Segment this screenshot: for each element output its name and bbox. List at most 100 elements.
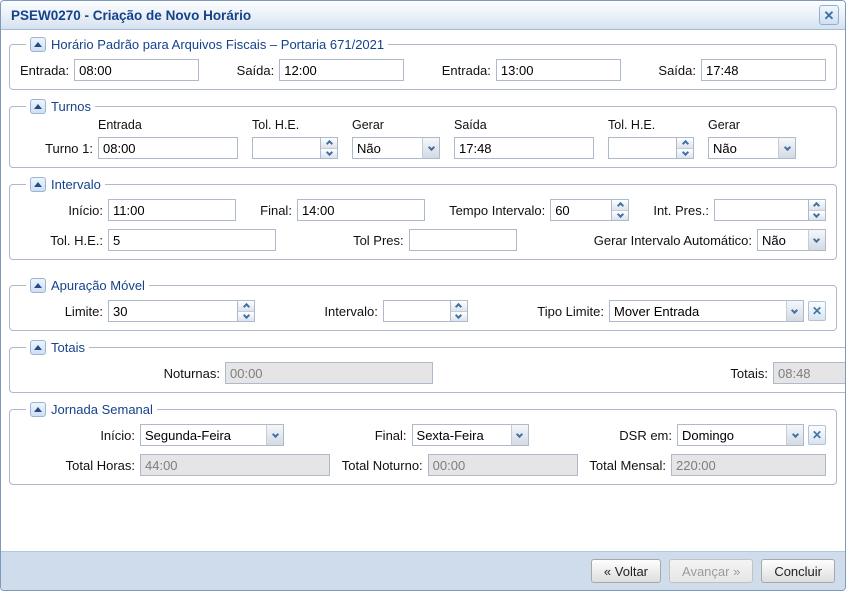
spin-down-button[interactable] [612, 210, 628, 221]
combo-trigger-button[interactable] [808, 229, 826, 251]
avancar-button: Avançar » [669, 559, 753, 583]
dsr-input[interactable] [677, 424, 787, 446]
close-icon: ✕ [824, 9, 835, 22]
turno1-tolhe-saida-input[interactable] [608, 137, 677, 159]
spin-down-button[interactable] [321, 148, 337, 159]
spin-up-button[interactable] [612, 200, 628, 210]
turno-row: Turno 1: [20, 137, 826, 159]
intervalo-inicio-input[interactable] [108, 199, 236, 221]
col-entrada: Entrada [98, 118, 238, 132]
close-button[interactable]: ✕ [819, 5, 839, 25]
totais-label: Totais: [573, 366, 773, 381]
combo-trigger-button[interactable] [778, 137, 796, 159]
collapse-button[interactable] [30, 99, 46, 114]
entrada2-label: Entrada: [442, 63, 496, 78]
dsr-clear-button[interactable]: ✕ [808, 425, 826, 445]
fieldset-apuracao-movel: Apuração Móvel Limite: Intervalo: [9, 278, 837, 331]
fieldset-horario-padrao: Horário Padrão para Arquivos Fiscais – P… [9, 37, 837, 90]
spin-up-button[interactable] [809, 200, 825, 210]
gerar-intervalo-automatico-input[interactable] [757, 229, 809, 251]
chevron-down-icon [242, 312, 249, 319]
collapse-button[interactable] [30, 278, 46, 293]
padrao-entrada1-input[interactable] [74, 59, 199, 81]
spin-down-button[interactable] [238, 311, 254, 322]
jornada-inicio-label: Início: [20, 428, 140, 443]
padrao-entrada2-input[interactable] [496, 59, 621, 81]
dsr-label: DSR em: [619, 428, 677, 443]
fieldset-title: Intervalo [51, 177, 101, 192]
total-mensal-label: Total Mensal: [589, 458, 671, 473]
fieldset-totais-legend: Totais [26, 340, 89, 355]
chevron-down-icon [455, 312, 462, 319]
inicio-label: Início: [20, 203, 108, 218]
tempo-intervalo-input[interactable] [550, 199, 612, 221]
collapse-button[interactable] [30, 340, 46, 355]
combo-trigger-button[interactable] [511, 424, 529, 446]
concluir-button[interactable]: Concluir [761, 559, 835, 583]
collapse-icon [34, 283, 42, 288]
collapse-icon [34, 104, 42, 109]
fieldset-title: Jornada Semanal [51, 402, 153, 417]
total-noturno-label: Total Noturno: [342, 458, 428, 473]
col-saida: Saída [454, 118, 594, 132]
spin-up-button[interactable] [677, 138, 693, 148]
combo-trigger-button[interactable] [786, 424, 804, 446]
spin-up-button[interactable] [451, 301, 467, 311]
spin-down-button[interactable] [809, 210, 825, 221]
chevron-down-icon [681, 149, 688, 156]
tipo-limite-input[interactable] [609, 300, 787, 322]
padrao-saida1-input[interactable] [279, 59, 404, 81]
tipo-limite-label: Tipo Limite: [537, 304, 609, 319]
dialog-body: Horário Padrão para Arquivos Fiscais – P… [1, 30, 845, 551]
tol-pres-label: Tol Pres: [353, 233, 409, 248]
collapse-button[interactable] [30, 402, 46, 417]
spin-up-button[interactable] [238, 301, 254, 311]
turno1-saida-input[interactable] [454, 137, 594, 159]
clear-icon: ✕ [812, 305, 822, 317]
voltar-button[interactable]: « Voltar [591, 559, 661, 583]
apuracao-limite-input[interactable] [108, 300, 238, 322]
intervalo-final-input[interactable] [297, 199, 425, 221]
fieldset-title: Horário Padrão para Arquivos Fiscais – P… [51, 37, 384, 52]
window-titlebar: PSEW0270 - Criação de Novo Horário ✕ [1, 1, 845, 30]
turno1-gerar-entrada-select [352, 137, 440, 159]
combo-trigger-button[interactable] [786, 300, 804, 322]
turno1-gerar-entrada-input[interactable] [352, 137, 423, 159]
gerar-intervalo-automatico-label: Gerar Intervalo Automático: [594, 233, 757, 248]
totais-totais-input [773, 362, 846, 384]
padrao-saida2-input[interactable] [701, 59, 826, 81]
jornada-final-input[interactable] [412, 424, 512, 446]
fieldset-intervalo-legend: Intervalo [26, 177, 105, 192]
combo-trigger-button[interactable] [422, 137, 440, 159]
apuracao-intervalo-label: Intervalo: [324, 304, 382, 319]
total-horas-input [140, 454, 330, 476]
jornada-inicio-input[interactable] [140, 424, 267, 446]
fieldset-jornada-legend: Jornada Semanal [26, 402, 157, 417]
tol-pres-input[interactable] [409, 229, 517, 251]
int-pres-input[interactable] [714, 199, 809, 221]
turno1-gerar-saida-input[interactable] [708, 137, 779, 159]
chevron-up-icon [325, 140, 332, 147]
apuracao-intervalo-input[interactable] [383, 300, 451, 322]
tipo-limite-select [609, 300, 804, 322]
fieldset-title: Apuração Móvel [51, 278, 145, 293]
chevron-down-icon [791, 306, 798, 313]
saida2-label: Saída: [658, 63, 701, 78]
chevron-down-icon [325, 149, 332, 156]
final-label: Final: [260, 203, 297, 218]
collapse-button[interactable] [30, 177, 46, 192]
total-mensal-input [671, 454, 826, 476]
turno1-tolhe-entrada-input[interactable] [252, 137, 321, 159]
spin-down-button[interactable] [451, 311, 467, 322]
col-tol-he-1: Tol. H.E. [252, 118, 338, 132]
combo-trigger-button[interactable] [266, 424, 284, 446]
turno1-entrada-input[interactable] [98, 137, 238, 159]
spin-down-button[interactable] [677, 148, 693, 159]
dialog-footer: « Voltar Avançar » Concluir [1, 551, 845, 590]
spin-up-button[interactable] [321, 138, 337, 148]
collapse-button[interactable] [30, 37, 46, 52]
turno1-tolhe-entrada-spinner [252, 137, 338, 159]
tipo-limite-clear-button[interactable]: ✕ [808, 301, 826, 321]
intervalo-tolhe-input[interactable] [108, 229, 276, 251]
chevron-down-icon [791, 430, 798, 437]
